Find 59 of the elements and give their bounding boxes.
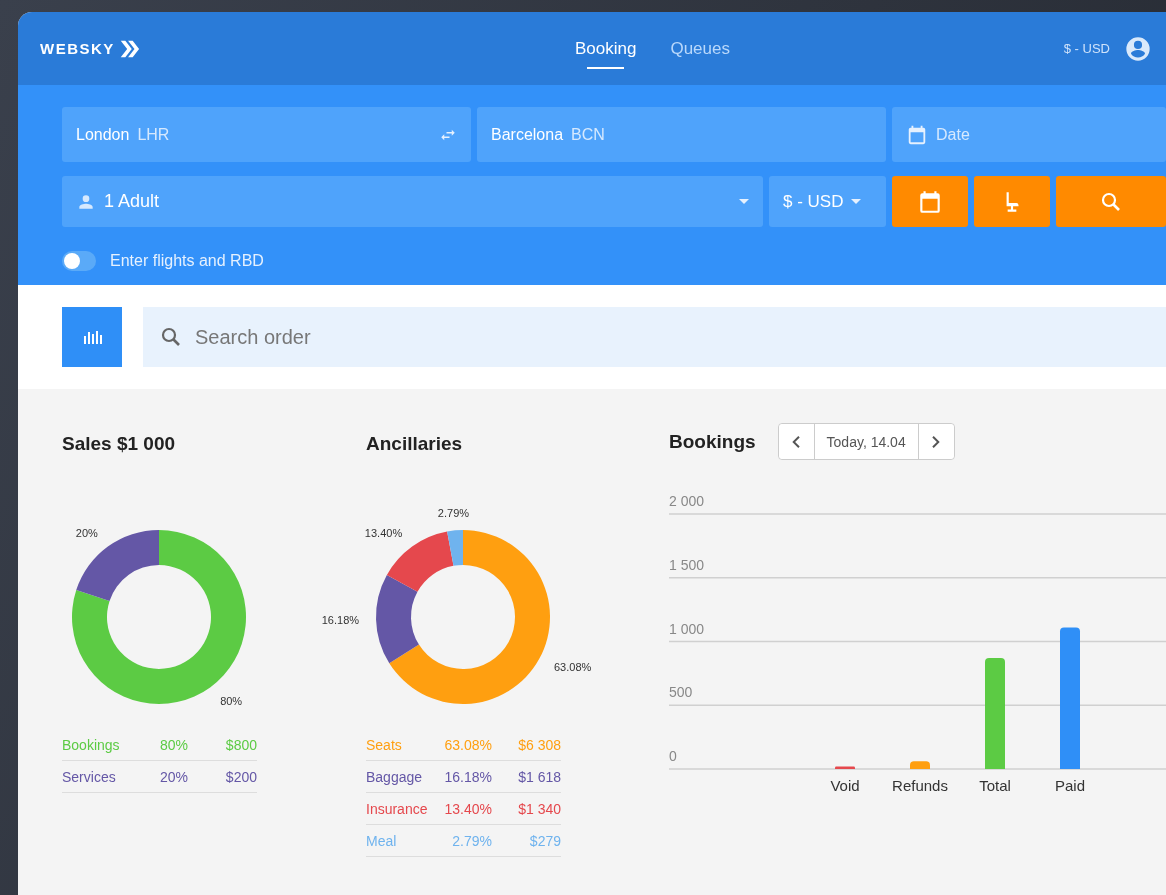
legend-amount: $1 340 [517, 800, 561, 817]
slice-label: 20% [75, 526, 98, 539]
legend-amount: $200 [224, 768, 257, 785]
calendar-button[interactable] [892, 176, 968, 227]
origin-field[interactable]: London LHR [62, 107, 471, 162]
legend-percent: 16.18% [443, 768, 492, 785]
slice-label: 16.18% [321, 613, 360, 626]
calendar-icon [917, 188, 943, 215]
legend-label: Baggage [366, 768, 424, 785]
passengers-dropdown[interactable]: 1 Adult [62, 176, 763, 227]
section-title: Ancillaries [366, 432, 464, 456]
y-axis-label: 0 [669, 748, 677, 764]
statistics-button[interactable] [62, 307, 122, 367]
legend-percent: 80% [158, 736, 188, 753]
x-axis-label: Total [979, 777, 1011, 794]
slice-label: 2.79% [437, 507, 470, 520]
caret-icon [739, 199, 749, 204]
y-axis-label: 1 000 [669, 620, 705, 637]
legend-percent: 13.40% [443, 800, 492, 817]
logo-text: WEBSKY [40, 40, 115, 57]
x-axis-label: Paid [1055, 777, 1085, 794]
legend-amount: $800 [224, 736, 257, 753]
calendar-icon [906, 123, 928, 146]
date-label: Today, 14.04 [813, 424, 919, 459]
slice-label: 63.08% [554, 661, 592, 674]
x-axis-label: Refunds [892, 777, 948, 794]
legend-percent: 63.08% [443, 736, 492, 753]
toggle-label: Enter flights and RBD [110, 252, 264, 270]
date-field[interactable]: Date [892, 107, 1166, 162]
section-title: Bookings [669, 429, 756, 454]
x-axis-label: Void [830, 777, 860, 794]
nav-tab[interactable]: Booking [575, 28, 637, 69]
user-account-icon [1124, 34, 1152, 63]
slice-label: 80% [220, 695, 243, 708]
legend-label: Meal [366, 832, 398, 849]
legend-label: Bookings [62, 736, 121, 753]
seat-button[interactable] [974, 176, 1050, 227]
legend-amount: $279 [528, 832, 561, 849]
chevron-left-icon [792, 435, 801, 448]
destination-field[interactable]: Barcelona BCN [477, 107, 886, 162]
legend-label: Insurance [366, 800, 429, 817]
caret-icon [851, 199, 862, 204]
section-title: Sales $1 000 [62, 432, 177, 456]
legend-label: Services [62, 768, 117, 785]
legend-amount: $6 308 [517, 736, 561, 753]
chevron-right-icon [932, 435, 941, 448]
legend-percent: 20% [158, 768, 188, 785]
legend-label: Seats [366, 736, 403, 753]
nav-tab[interactable]: Queues [670, 28, 730, 69]
y-axis-label: 1 500 [669, 556, 705, 573]
search-order-field[interactable]: Search order [143, 307, 1166, 367]
y-axis-label: 500 [669, 684, 693, 701]
toggle-switch[interactable] [62, 251, 96, 271]
legend-amount: $1 618 [517, 768, 561, 785]
y-axis-label: 2 000 [669, 493, 705, 509]
legend-percent: 2.79% [451, 832, 492, 849]
currency-dropdown[interactable]: $ - USD [769, 176, 886, 227]
currency-label[interactable]: $ - USD [1063, 41, 1110, 56]
slice-label: 13.40% [364, 526, 403, 539]
